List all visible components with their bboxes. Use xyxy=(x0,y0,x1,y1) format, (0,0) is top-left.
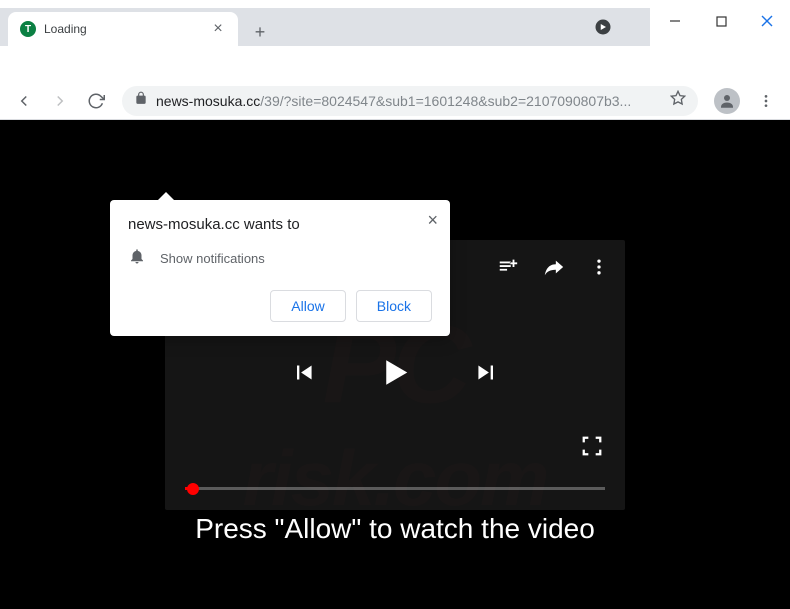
url-text: news-mosuka.cc/39/?site=8024547&sub1=160… xyxy=(156,93,662,109)
permission-request-row: Show notifications xyxy=(128,247,432,270)
browser-toolbar: news-mosuka.cc/39/?site=8024547&sub1=160… xyxy=(0,82,790,120)
bell-icon xyxy=(128,247,146,270)
player-center-controls xyxy=(290,352,500,399)
window-maximize-button[interactable] xyxy=(698,6,744,36)
permission-request-text: Show notifications xyxy=(160,251,265,266)
media-indicator-icon[interactable] xyxy=(594,18,612,36)
progress-handle[interactable] xyxy=(187,483,199,495)
browser-menu-button[interactable] xyxy=(750,93,782,109)
tab-close-button[interactable]: × xyxy=(210,21,226,37)
previous-track-button[interactable] xyxy=(290,359,318,392)
player-menu-icon[interactable] xyxy=(589,257,609,282)
page-content: PC risk.com xyxy=(0,120,790,609)
player-top-controls xyxy=(497,256,609,283)
browser-tab[interactable]: T Loading × xyxy=(8,12,238,46)
permission-actions: Allow Block xyxy=(128,290,432,322)
window-close-button[interactable] xyxy=(744,6,790,36)
forward-button[interactable] xyxy=(44,85,76,117)
profile-avatar-button[interactable] xyxy=(714,88,740,114)
permission-close-button[interactable]: × xyxy=(427,210,438,231)
new-tab-button[interactable]: + xyxy=(246,18,274,46)
share-icon[interactable] xyxy=(543,256,565,283)
play-button[interactable] xyxy=(374,352,416,399)
back-button[interactable] xyxy=(8,85,40,117)
permission-title: news-mosuka.cc wants to xyxy=(128,216,432,233)
reload-button[interactable] xyxy=(80,85,112,117)
bookmark-star-icon[interactable] xyxy=(670,90,686,111)
window-minimize-button[interactable] xyxy=(652,6,698,36)
block-button[interactable]: Block xyxy=(356,290,432,322)
tab-strip: T Loading × + xyxy=(0,8,650,46)
allow-button[interactable]: Allow xyxy=(270,290,345,322)
page-caption: Press "Allow" to watch the video xyxy=(0,513,790,545)
tab-favicon-icon: T xyxy=(20,21,36,37)
lock-icon xyxy=(134,91,148,110)
player-progress[interactable] xyxy=(185,487,605,490)
playlist-add-icon[interactable] xyxy=(497,256,519,283)
next-track-button[interactable] xyxy=(472,359,500,392)
fullscreen-button[interactable] xyxy=(581,435,603,462)
notification-permission-dialog: × news-mosuka.cc wants to Show notificat… xyxy=(110,200,450,336)
address-bar[interactable]: news-mosuka.cc/39/?site=8024547&sub1=160… xyxy=(122,86,698,116)
tab-title: Loading xyxy=(44,22,210,36)
